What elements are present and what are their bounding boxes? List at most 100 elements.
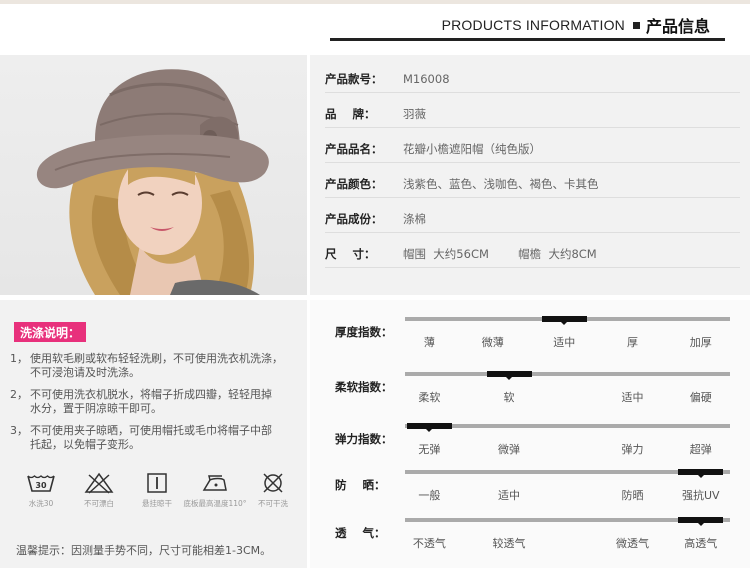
index-option: 微透气 [616,537,649,550]
care-icons: 30 水洗30 不可漂白 悬挂晾干 底板最高温度110° 不可干洗 [12,472,302,516]
index-option: 适中 [553,336,576,349]
spec-label: 产品款号： [325,71,383,86]
header-title-en: PRODUCTS INFORMATION [441,17,625,33]
section-header: PRODUCTS INFORMATION 产品信息 [442,14,710,36]
index-option: 偏硬 [689,391,712,404]
index-option: 柔软 [418,391,441,404]
spec-value: 涤棉 [403,211,426,226]
spec-row-size: 尺 寸： 帽围 大约56CM 帽檐 大约8CM [325,240,740,268]
square-bullet-icon [632,21,640,29]
spec-label: 产品品名： [325,141,383,156]
index-marker [541,316,587,325]
index-option: 无弹 [418,443,441,456]
index-options: 一般 适中 防晒 强抗UV [405,487,730,503]
care-icon-cell: 悬挂晾干 [128,472,186,516]
index-option: 软 [503,391,515,404]
care-icon-cell: 30 水洗30 [12,472,70,516]
index-label: 弹力指数： [335,432,393,446]
spec-value: M16008 [403,71,450,86]
spec-value: 花瓣小檐遮阳帽（纯色版） [403,141,541,156]
index-option: 薄 [423,336,435,349]
care-item-number: 1， [10,352,28,365]
care-item-number: 3， [10,424,28,437]
product-photo [0,55,307,295]
care-icon-label: 不可干洗 [258,499,288,508]
index-option: 高透气 [684,537,718,550]
care-item-line: 不可使用洗衣机脱水，将帽子折成四瓣，轻轻甩掉 [30,388,272,401]
marker-arrow-icon [697,523,704,526]
care-icon-cell: 不可漂白 [70,472,128,516]
index-thickness: 厚度指数： 薄 微薄 适中 厚 加厚 [310,316,750,374]
index-option: 防晒 [621,489,644,502]
index-marker [678,517,724,526]
index-label: 厚度指数： [335,325,393,339]
care-icon-cell: 底板最高温度110° [183,472,247,516]
spec-row-brand: 品 牌： 羽薇 [325,100,740,128]
index-option: 一般 [418,489,441,502]
index-label: 防 晒： [335,478,386,492]
spec-value: 帽围 大约56CM 帽檐 大约8CM [403,246,597,261]
size-tip: 温馨提示：因测量手势不同，尺寸可能相差1-3CM。 [16,544,272,557]
index-options: 不透气 较透气 微透气 高透气 [405,535,730,551]
care-icon-label: 水洗30 [28,499,54,508]
hang-dry-icon [147,473,167,493]
care-title: 洗涤说明： [14,322,87,342]
wash-30-icon: 30 [27,475,55,492]
property-indexes: 厚度指数： 薄 微薄 适中 厚 加厚 柔软指数： 柔软 软 适中 偏硬 弹力指数… [310,300,750,568]
index-marker [486,371,532,380]
index-option: 微薄 [481,336,504,349]
care-icon-label: 不可漂白 [84,499,114,508]
index-label: 柔软指数： [335,380,393,394]
care-item: 1， 使用软毛刷或软布轻轻洗刷，不可使用洗衣机洗涤， 不可浸泡请及时洗涤。 [10,352,300,380]
spec-label: 品 牌： [325,106,376,121]
spec-value: 浅紫色、蓝色、浅咖色、褐色、卡其色 [403,176,599,191]
care-item-number: 2， [10,388,28,401]
index-option: 强抗UV [681,489,720,502]
index-track [405,424,730,428]
marker-arrow-icon [697,475,704,478]
care-item: 3， 不可使用夹子晾晒，可使用帽托或毛巾将帽子中部 托起，以免帽子变形。 [10,424,300,452]
index-options: 薄 微薄 适中 厚 加厚 [405,334,730,350]
spec-label: 产品颜色： [325,176,383,191]
spec-label: 尺 寸： [325,246,376,261]
care-item-line: 托起，以免帽子变形。 [30,438,140,451]
index-options: 柔软 软 适中 偏硬 [405,389,730,405]
care-item-line: 水分，置于阴凉晾干即可。 [30,402,162,415]
index-option: 微弹 [498,443,520,456]
index-option: 较透气 [492,537,526,550]
index-options: 无弹 微弹 弹力 超弹 [405,441,730,457]
wash-temp: 30 [35,481,47,490]
care-icon-label: 底板最高温度110° [183,499,247,508]
marker-arrow-icon [561,322,568,325]
spec-row-name: 产品品名： 花瓣小檐遮阳帽（纯色版） [325,135,740,163]
index-option: 不透气 [412,537,446,550]
top-strip [0,0,750,4]
header-divider [330,38,725,41]
index-option: 适中 [498,489,520,502]
index-label: 透 气： [335,526,386,540]
spec-row-material: 产品成份： 涤棉 [325,205,740,233]
index-breathability: 透 气： 不透气 较透气 微透气 高透气 [310,517,750,568]
spec-row-color: 产品颜色： 浅紫色、蓝色、浅咖色、褐色、卡其色 [325,170,740,198]
care-icon-cell: 不可干洗 [244,472,302,516]
spec-row-model: 产品款号： M16008 [325,65,740,93]
index-track [405,372,730,376]
spec-table: 产品款号： M16008 品 牌： 羽薇 产品品名： 花瓣小檐遮阳帽（纯色版） … [310,55,750,295]
index-option: 厚 [627,336,638,349]
header-title-cn: 产品信息 [645,17,710,36]
care-item-line: 不可浸泡请及时洗涤。 [30,366,140,379]
marker-arrow-icon [506,377,512,380]
care-instructions: 洗涤说明： 1， 使用软毛刷或软布轻轻洗刷，不可使用洗衣机洗涤， 不可浸泡请及时洗… [0,300,307,568]
iron-low-icon [202,475,227,491]
care-icon-label: 悬挂晾干 [142,499,172,508]
no-dry-clean-icon [263,473,283,493]
marker-arrow-icon [426,429,433,432]
index-softness: 柔软指数： 柔软 软 适中 偏硬 [310,371,750,429]
index-option: 适中 [621,391,644,404]
index-option: 超弹 [689,443,712,456]
index-option: 弹力 [621,443,644,456]
care-item-line: 使用软毛刷或软布轻轻洗刷，不可使用洗衣机洗涤， [30,352,283,365]
care-item: 2， 不可使用洗衣机脱水，将帽子折成四瓣，轻轻甩掉 水分，置于阴凉晾干即可。 [10,388,300,416]
spec-value: 羽薇 [403,106,426,121]
index-option: 加厚 [689,336,712,349]
